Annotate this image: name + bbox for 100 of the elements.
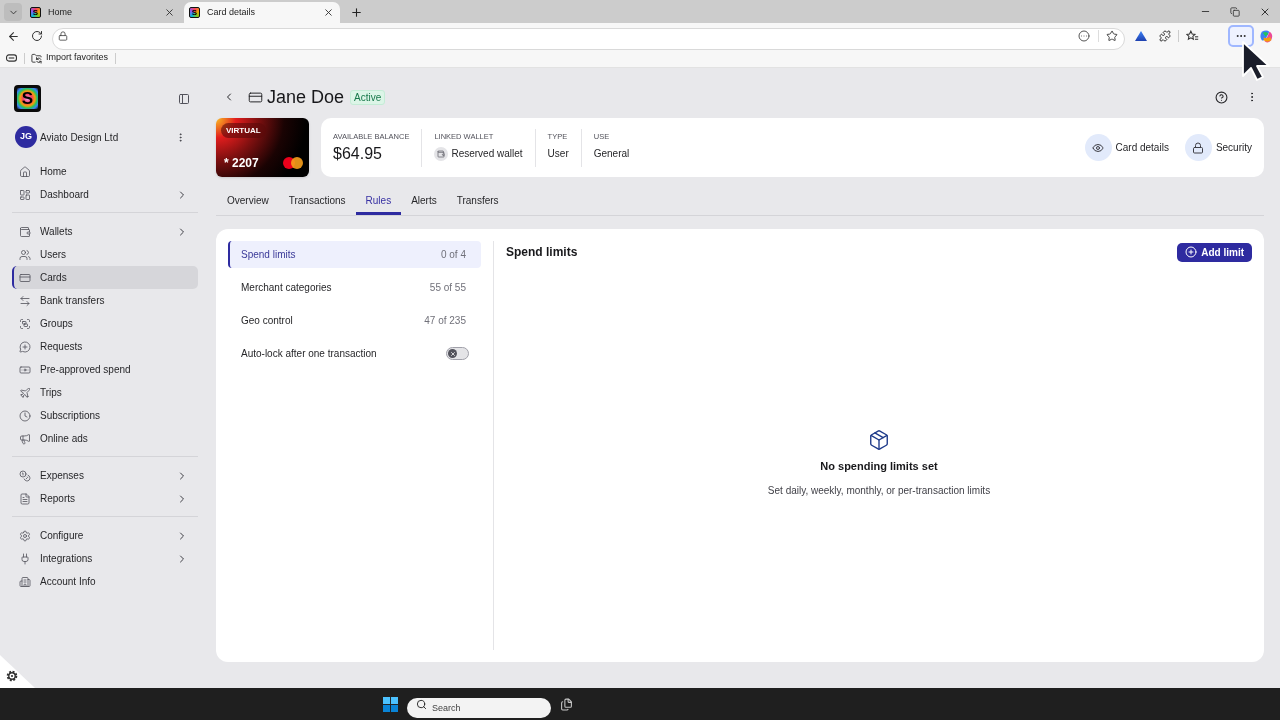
coins-icon: [19, 469, 31, 482]
folder-icon: [31, 52, 42, 64]
sidebar-item[interactable]: Reports: [12, 487, 198, 510]
tab[interactable]: Alerts: [401, 188, 447, 215]
house-icon: [19, 165, 31, 178]
restore-icon: [1230, 6, 1240, 17]
add-limit-button[interactable]: Add limit: [1177, 242, 1252, 262]
taskbar-search-field[interactable]: Search: [407, 698, 551, 718]
wallet-icon: [434, 146, 449, 161]
plus-circle-icon: [1185, 246, 1198, 258]
page-title: Jane Doe: [267, 85, 345, 109]
toggle-switch[interactable]: [446, 347, 469, 360]
x-knob-icon: [448, 349, 457, 358]
banknote-icon: [19, 363, 31, 376]
megaphone-icon: [19, 432, 31, 445]
close-icon[interactable]: [164, 7, 175, 18]
clock-icon: [19, 409, 31, 422]
field-value: User: [547, 146, 569, 161]
wallet-icon: [19, 225, 31, 238]
windows-icon: [382, 696, 398, 712]
tab[interactable]: Rules: [355, 188, 402, 215]
start-button[interactable]: [382, 696, 398, 712]
tab[interactable]: Transactions: [278, 188, 356, 215]
tab[interactable]: Transfers: [446, 188, 509, 215]
search-icon: [416, 698, 427, 710]
gear-icon[interactable]: [0, 655, 35, 688]
box-icon: [868, 428, 890, 451]
document-icon: [19, 492, 31, 505]
rule-item[interactable]: Merchant categories 55 of 55: [228, 274, 481, 301]
sidebar-item[interactable]: Home: [12, 160, 198, 183]
address-field[interactable]: [52, 27, 1125, 50]
plus-icon: [349, 5, 363, 19]
sidebar-item[interactable]: Wallets: [12, 220, 198, 243]
favorites-item[interactable]: Import favorites: [31, 51, 109, 65]
plane-icon: [19, 386, 31, 399]
lock-icon: [58, 31, 68, 41]
balance-value: $64.95: [333, 145, 383, 162]
arrows-icon: [19, 294, 31, 307]
field-value: General: [593, 146, 630, 161]
avatar: JG: [15, 126, 37, 148]
empty-state-text: Set daily, weekly, monthly, or per-transaction limits: [767, 484, 991, 499]
frame-icon: [19, 317, 31, 330]
card-icon: [19, 271, 31, 284]
chat-plus-icon: [19, 340, 31, 353]
rule-count: 55 of 55: [429, 281, 466, 295]
sidebar-toggle-icon[interactable]: [178, 92, 190, 105]
sidebar-item[interactable]: Cards: [12, 266, 198, 289]
lock-icon: [1184, 134, 1212, 161]
sidebar-item[interactable]: Expenses: [12, 464, 198, 487]
sidebar-item[interactable]: Integrations: [12, 547, 198, 570]
sidebar-item[interactable]: Online ads: [12, 427, 198, 450]
status-badge: Active: [350, 89, 386, 105]
rule-count: 0 of 4: [440, 248, 466, 262]
page-options-icon[interactable]: [1078, 30, 1090, 42]
field-value: Reserved wallet: [451, 148, 523, 159]
rounded-rectangle-icon[interactable]: [6, 54, 17, 62]
building-icon: [19, 575, 31, 588]
rule-count: 47 of 235: [424, 314, 466, 328]
triangle-icon[interactable]: [1135, 31, 1147, 41]
sidebar-item[interactable]: Pre-approved spend: [12, 358, 198, 381]
sidebar-item[interactable]: Groups: [12, 312, 198, 335]
sidebar-item[interactable]: Account Info: [12, 570, 198, 593]
more-menu-button[interactable]: [1228, 25, 1254, 47]
sidebar-item[interactable]: Users: [12, 243, 198, 266]
app-logo[interactable]: S: [14, 85, 41, 112]
sidebar-item[interactable]: Subscriptions: [12, 404, 198, 427]
star-list-icon[interactable]: [1186, 30, 1199, 42]
browser-tab[interactable]: S Card details: [184, 2, 340, 23]
empty-state-title: No spending limits set: [820, 458, 938, 474]
star-icon[interactable]: [1106, 30, 1118, 42]
help-icon[interactable]: [1215, 90, 1228, 104]
card-action-button[interactable]: Security: [1184, 134, 1252, 161]
sidebar-item[interactable]: Configure: [12, 524, 198, 547]
rule-item[interactable]: Spend limits 0 of 4: [228, 241, 481, 268]
puzzle-icon[interactable]: [1159, 30, 1171, 42]
favicon: S: [30, 7, 41, 18]
back-arrow-icon: [6, 29, 20, 43]
sidebar-item[interactable]: Dashboard: [12, 183, 198, 206]
eye-icon: [1084, 134, 1112, 161]
close-icon[interactable]: [323, 7, 334, 18]
card-type-badge: VIRTUAL: [221, 123, 266, 138]
favicon: S: [189, 7, 200, 18]
plug-icon: [19, 552, 31, 565]
rule-item[interactable]: Geo control 47 of 235: [228, 307, 481, 334]
sidebar-item[interactable]: Trips: [12, 381, 198, 404]
files-icon[interactable]: [560, 697, 573, 711]
panel-title: Spend limits: [506, 244, 578, 261]
sidebar-item[interactable]: Bank transfers: [12, 289, 198, 312]
card-icon: [248, 89, 263, 105]
tab[interactable]: Overview: [217, 188, 279, 215]
dashboard-icon: [19, 188, 31, 201]
refresh-icon: [31, 30, 43, 42]
rule-label: Auto-lock after one transaction: [241, 347, 377, 361]
card-number: * 2207: [224, 155, 259, 172]
card-action-button[interactable]: Card details: [1084, 134, 1169, 161]
overlapping-circles-icon: [283, 157, 303, 169]
sidebar-item[interactable]: Requests: [12, 335, 198, 358]
settings-icon: [19, 529, 31, 542]
account-name[interactable]: Aviato Design Ltd: [40, 129, 119, 145]
colorful-logo-icon[interactable]: [1259, 28, 1274, 44]
